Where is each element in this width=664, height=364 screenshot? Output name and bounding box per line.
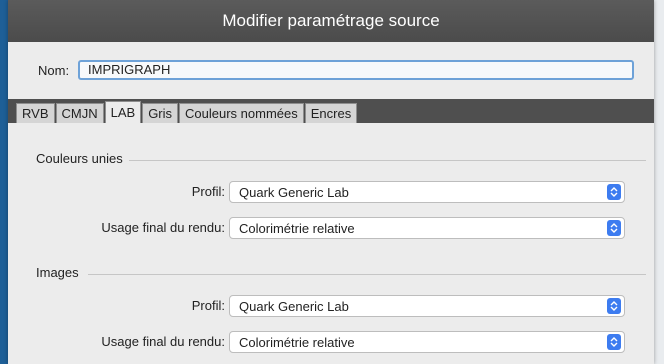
images-intent-select[interactable]: Colorimétrie relative [229,331,625,353]
chevron-updown-icon [607,298,621,314]
tab-rvb[interactable]: RVB [16,103,55,123]
name-input[interactable]: IMPRIGRAPH [78,60,634,80]
dialog-title: Modifier paramétrage source [8,0,654,42]
images-profile-value: Quark Generic Lab [239,298,349,314]
solid-intent-value: Colorimétrie relative [239,220,355,236]
tab-cmjn[interactable]: CMJN [55,103,104,123]
name-label: Nom: [38,62,70,78]
chevron-updown-icon [607,334,621,350]
tab-bar: RVB CMJN LAB Gris Couleurs nommées Encre… [8,99,654,123]
solid-profile-label: Profil: [191,184,225,199]
solid-profile-select[interactable]: Quark Generic Lab [229,181,625,203]
solid-profile-value: Quark Generic Lab [239,184,349,200]
name-row: Nom: IMPRIGRAPH [8,50,654,90]
dialog-window: Modifier paramétrage source Nom: IMPRIGR… [8,0,654,364]
tab-encres[interactable]: Encres [304,103,358,123]
images-intent-value: Colorimétrie relative [239,334,355,350]
tab-lab[interactable]: LAB [104,101,142,123]
images-profile-label: Profil: [191,298,225,313]
tab-couleurs-nommees[interactable]: Couleurs nommées [179,103,304,123]
solid-intent-label: Usage final du rendu: [101,220,225,235]
images-profile-select[interactable]: Quark Generic Lab [229,295,625,317]
section-divider [108,160,646,161]
solid-intent-select[interactable]: Colorimétrie relative [229,217,625,239]
section-heading-images: Images [36,265,85,280]
lab-panel: Couleurs unies Profil: Quark Generic Lab… [8,123,654,364]
chevron-updown-icon [607,220,621,236]
images-intent-label: Usage final du rendu: [101,334,225,349]
chevron-updown-icon [607,184,621,200]
section-divider [88,274,646,275]
tab-gris[interactable]: Gris [142,103,179,123]
section-heading-solid: Couleurs unies [36,151,129,166]
